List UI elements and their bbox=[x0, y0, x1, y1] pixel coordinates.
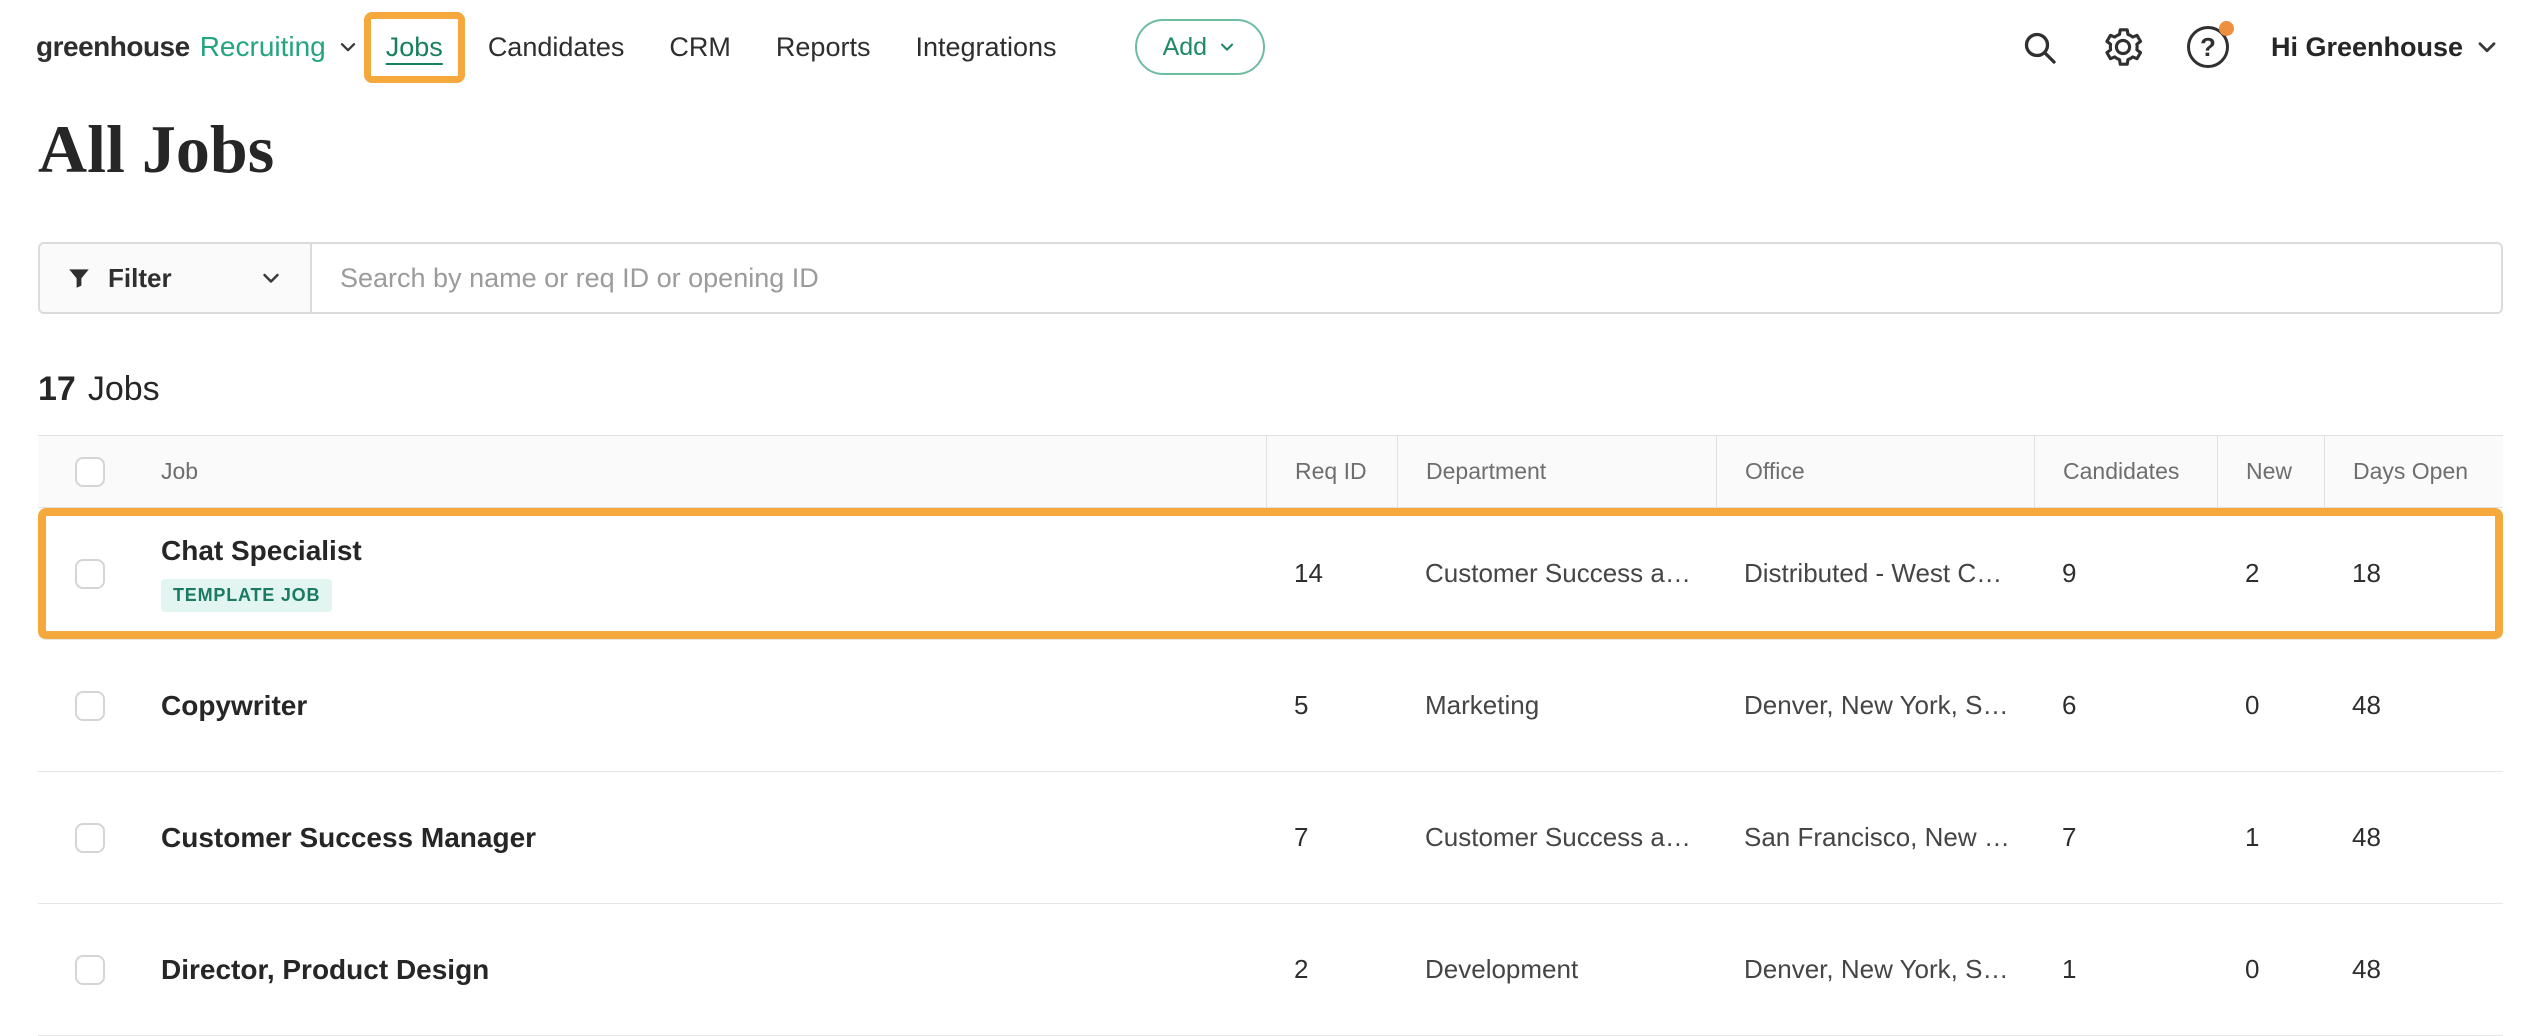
office-cell: Denver, New York, S… bbox=[1716, 690, 2034, 721]
days-open-cell: 48 bbox=[2324, 822, 2503, 853]
req-id-cell: 14 bbox=[1266, 558, 1397, 589]
department-cell: Development bbox=[1397, 954, 1716, 985]
add-button-label: Add bbox=[1163, 33, 1207, 62]
office-cell: Denver, New York, S… bbox=[1716, 954, 2034, 985]
filter-button-label: Filter bbox=[108, 263, 172, 294]
main-navigation: Jobs Candidates CRM Reports Integrations bbox=[386, 32, 1057, 63]
page-title: All Jobs bbox=[38, 110, 2503, 188]
table-row-copywriter[interactable]: Copywriter 5 Marketing Denver, New York,… bbox=[38, 640, 2503, 772]
days-open-cell: 18 bbox=[2324, 558, 2503, 589]
req-id-cell: 5 bbox=[1266, 690, 1397, 721]
filter-funnel-icon bbox=[66, 265, 92, 291]
candidates-cell: 1 bbox=[2034, 954, 2217, 985]
department-cell: Marketing bbox=[1397, 690, 1716, 721]
req-id-cell: 2 bbox=[1266, 954, 1397, 985]
new-cell: 0 bbox=[2217, 954, 2324, 985]
new-cell: 1 bbox=[2217, 822, 2324, 853]
row-checkbox[interactable] bbox=[75, 823, 105, 853]
jobs-count-label: Jobs bbox=[88, 370, 160, 409]
table-header-row: Job Req ID Department Office Candidates … bbox=[38, 435, 2503, 508]
nav-item-integrations[interactable]: Integrations bbox=[915, 32, 1056, 63]
days-open-cell: 48 bbox=[2324, 690, 2503, 721]
jobs-table: Job Req ID Department Office Candidates … bbox=[38, 435, 2503, 1036]
chevron-down-icon bbox=[1217, 37, 1237, 57]
row-checkbox[interactable] bbox=[75, 691, 105, 721]
job-name-link[interactable]: Director, Product Design bbox=[161, 954, 1266, 986]
column-header-job: Job bbox=[141, 436, 1266, 507]
logo-brand-text: greenhouse bbox=[36, 31, 190, 63]
jobs-search-input[interactable] bbox=[312, 244, 2501, 312]
job-name-link[interactable]: Copywriter bbox=[161, 690, 1266, 722]
chevron-down-icon bbox=[2473, 33, 2501, 61]
template-job-badge: TEMPLATE JOB bbox=[161, 579, 332, 612]
jobs-count: 17 Jobs bbox=[38, 370, 2503, 409]
candidates-cell: 9 bbox=[2034, 558, 2217, 589]
chevron-down-icon bbox=[336, 35, 360, 59]
main-content: All Jobs Filter 17 Jobs Job Req ID Depar… bbox=[0, 110, 2541, 1036]
jobs-count-number: 17 bbox=[38, 370, 76, 409]
column-header-new: New bbox=[2217, 436, 2324, 507]
table-row-director-product-design[interactable]: Director, Product Design 2 Development D… bbox=[38, 904, 2503, 1036]
office-cell: Distributed - West C… bbox=[1716, 558, 2034, 589]
nav-item-reports[interactable]: Reports bbox=[776, 32, 871, 63]
new-cell: 2 bbox=[2217, 558, 2324, 589]
job-name-link[interactable]: Chat Specialist bbox=[161, 535, 1266, 567]
column-header-days-open: Days Open bbox=[2324, 436, 2503, 507]
top-navigation-bar: greenhouse Recruiting Jobs Candidates CR… bbox=[0, 0, 2541, 94]
days-open-cell: 48 bbox=[2324, 954, 2503, 985]
nav-item-crm[interactable]: CRM bbox=[669, 32, 731, 63]
table-row-customer-success-manager[interactable]: Customer Success Manager 7 Customer Succ… bbox=[38, 772, 2503, 904]
search-icon[interactable] bbox=[2019, 27, 2059, 67]
settings-gear-icon[interactable] bbox=[2101, 25, 2145, 69]
notification-dot bbox=[2219, 21, 2234, 36]
column-header-department: Department bbox=[1397, 436, 1716, 507]
nav-item-jobs[interactable]: Jobs bbox=[386, 32, 443, 63]
new-cell: 0 bbox=[2217, 690, 2324, 721]
column-header-candidates: Candidates bbox=[2034, 436, 2217, 507]
user-name: Hi Greenhouse bbox=[2271, 32, 2463, 63]
logo-product-text: Recruiting bbox=[200, 31, 326, 63]
candidates-cell: 7 bbox=[2034, 822, 2217, 853]
nav-item-candidates[interactable]: Candidates bbox=[488, 32, 625, 63]
add-button[interactable]: Add bbox=[1135, 19, 1265, 75]
chevron-down-icon bbox=[258, 265, 284, 291]
filter-button[interactable]: Filter bbox=[40, 244, 312, 312]
annotation-highlight-jobs-tab: Jobs bbox=[386, 32, 443, 63]
department-cell: Customer Success a… bbox=[1397, 558, 1716, 589]
column-header-office: Office bbox=[1716, 436, 2034, 507]
topbar-actions: ? Hi Greenhouse bbox=[2019, 25, 2501, 69]
row-checkbox[interactable] bbox=[75, 955, 105, 985]
table-row-chat-specialist[interactable]: Chat Specialist TEMPLATE JOB 14 Customer… bbox=[38, 508, 2503, 640]
help-icon[interactable]: ? bbox=[2187, 26, 2229, 68]
greenhouse-logo[interactable]: greenhouse Recruiting bbox=[36, 31, 360, 63]
candidates-cell: 6 bbox=[2034, 690, 2217, 721]
req-id-cell: 7 bbox=[1266, 822, 1397, 853]
office-cell: San Francisco, New … bbox=[1716, 822, 2034, 853]
job-name-link[interactable]: Customer Success Manager bbox=[161, 822, 1266, 854]
select-all-checkbox[interactable] bbox=[75, 457, 105, 487]
row-checkbox[interactable] bbox=[75, 559, 105, 589]
user-menu[interactable]: Hi Greenhouse bbox=[2271, 32, 2501, 63]
column-header-req-id: Req ID bbox=[1266, 436, 1397, 507]
filter-search-bar: Filter bbox=[38, 242, 2503, 314]
department-cell: Customer Success a… bbox=[1397, 822, 1716, 853]
